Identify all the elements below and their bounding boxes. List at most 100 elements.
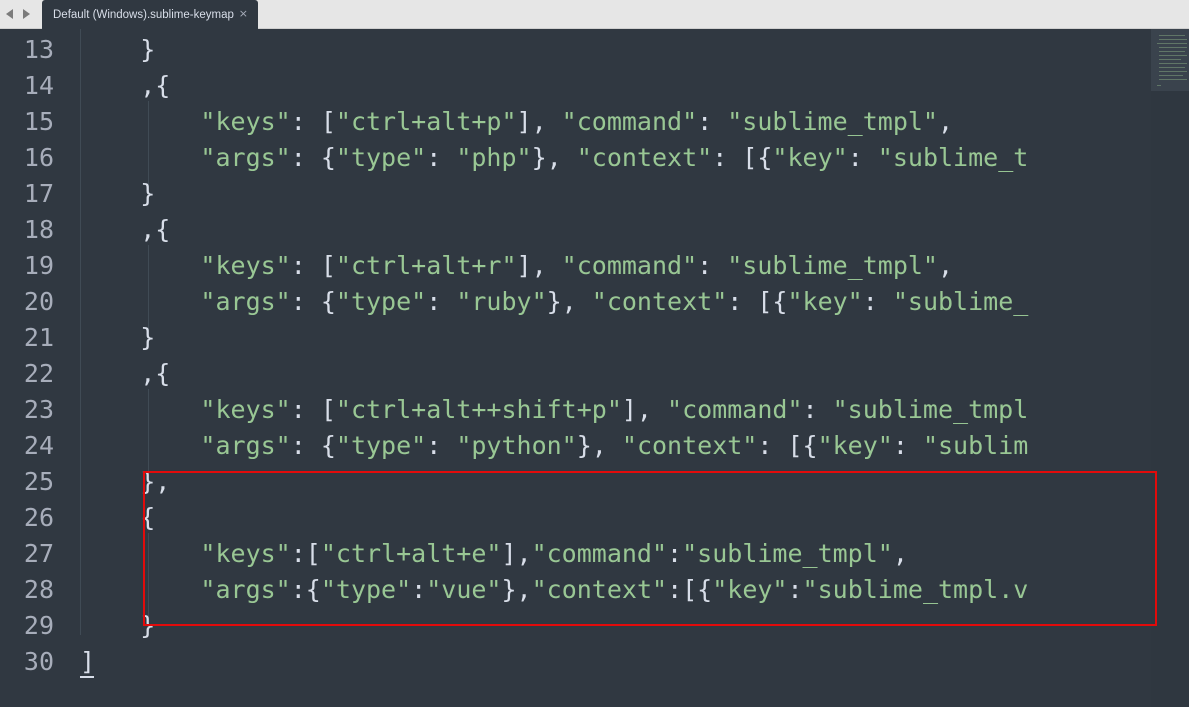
string-token: "context"	[531, 575, 668, 604]
string-token: "args"	[200, 431, 291, 460]
string-token: "ctrl+alt++shift+p"	[335, 395, 622, 424]
punctuation-token: },	[546, 287, 592, 316]
code-line[interactable]: "keys": ["ctrl+alt++shift+p"], "command"…	[80, 392, 1028, 428]
code-line[interactable]: }	[80, 608, 155, 644]
string-token: "ctrl+alt+r"	[335, 251, 517, 280]
code-line[interactable]: "args":{"type":"vue"},"context":[{"key":…	[80, 572, 1028, 608]
line-number: 29	[23, 611, 54, 640]
punctuation-token: ],	[501, 539, 532, 568]
code-line[interactable]: "keys": ["ctrl+alt+r"], "command": "subl…	[80, 248, 953, 284]
tab-default-windows-keymap[interactable]: Default (Windows).sublime-keymap ×	[42, 0, 258, 29]
string-token: "command"	[561, 251, 698, 280]
punctuation-token: ],	[621, 395, 668, 424]
chevron-left-icon[interactable]	[4, 7, 16, 21]
chevron-right-icon[interactable]	[20, 7, 32, 21]
string-token: "sublime_tmpl.v	[802, 575, 1029, 604]
code-line[interactable]: "args": {"type": "php"}, "context": [{"k…	[80, 140, 1028, 176]
string-token: "args"	[200, 287, 291, 316]
punctuation-token: }	[140, 35, 156, 64]
punctuation-token: :	[697, 107, 728, 136]
string-token: "sublime_tmpl	[832, 395, 1029, 424]
punctuation-token: ,{	[140, 215, 171, 244]
punctuation-token: ,{	[140, 71, 171, 100]
punctuation-token: : [	[290, 395, 336, 424]
code-line[interactable]: "args": {"type": "python"}, "context": […	[80, 428, 1028, 464]
punctuation-token: :	[787, 575, 803, 604]
punctuation-token: :	[426, 143, 457, 172]
line-number-gutter: 13 14 15 16 17 18 19 20 21 22 23 24 25 26 27 28 29 30	[0, 29, 60, 707]
punctuation-token: ,	[937, 107, 954, 136]
string-token: "type"	[335, 143, 427, 172]
punctuation-token: :	[426, 287, 457, 316]
punctuation-token: }	[140, 323, 156, 352]
string-token: "python"	[456, 431, 577, 460]
punctuation-token: :{	[290, 575, 321, 604]
string-token: "type"	[335, 287, 427, 316]
string-token: "sublime_	[892, 287, 1029, 316]
string-token: "sublim	[922, 431, 1029, 460]
minimap[interactable]	[1151, 29, 1189, 707]
line-number: 25	[23, 467, 54, 496]
string-token: "keys"	[200, 395, 291, 424]
string-token: "ruby"	[456, 287, 547, 316]
string-token: "key"	[712, 575, 788, 604]
minimap-line	[1159, 71, 1187, 72]
minimap-line	[1157, 43, 1187, 44]
code-line[interactable]: "keys":["ctrl+alt+e"],"command":"sublime…	[80, 536, 908, 572]
punctuation-token: :	[802, 395, 833, 424]
code-line[interactable]: }	[80, 320, 155, 356]
punctuation-token: ],	[516, 107, 562, 136]
string-token: "type"	[335, 431, 427, 460]
line-number: 13	[23, 35, 54, 64]
code-line[interactable]: "args": {"type": "ruby"}, "context": [{"…	[80, 284, 1028, 320]
code-editor[interactable]: 13 14 15 16 17 18 19 20 21 22 23 24 25 26 27 28 29 30 } ,…	[0, 29, 1189, 707]
string-token: "args"	[200, 143, 291, 172]
punctuation-token: :	[892, 431, 923, 460]
string-token: "command"	[561, 107, 698, 136]
punctuation-token: : [	[290, 107, 336, 136]
minimap-line	[1159, 67, 1185, 68]
string-token: "sublime_tmpl"	[727, 107, 938, 136]
code-line[interactable]: ]	[80, 644, 95, 680]
punctuation-token: {	[140, 503, 156, 532]
punctuation-token: ,	[892, 539, 908, 568]
string-token: "command"	[667, 395, 803, 424]
punctuation-token: },	[140, 467, 171, 496]
string-token: "args"	[200, 575, 291, 604]
code-line[interactable]: },	[80, 464, 170, 500]
code-text-area[interactable]: } ,{ "keys": ["ctrl+alt+p"], "command": …	[80, 29, 1151, 707]
tab-title: Default (Windows).sublime-keymap	[53, 8, 234, 21]
string-token: "sublime_tmpl"	[727, 251, 938, 280]
punctuation-token: : [{	[727, 287, 788, 316]
punctuation-token: ],	[516, 251, 562, 280]
string-token: "keys"	[200, 107, 291, 136]
minimap-line	[1159, 55, 1187, 56]
string-token: "php"	[456, 143, 532, 172]
line-number: 28	[23, 575, 54, 604]
string-token: "type"	[320, 575, 412, 604]
punctuation-token: }	[140, 611, 156, 640]
punctuation-token: :	[667, 539, 683, 568]
code-line[interactable]: ,{	[80, 68, 170, 104]
close-icon[interactable]: ×	[239, 7, 248, 21]
line-number: 20	[23, 287, 54, 316]
minimap-line	[1159, 79, 1187, 80]
code-line[interactable]: {	[80, 500, 155, 536]
code-line[interactable]: ,{	[80, 212, 170, 248]
code-line[interactable]: }	[80, 32, 155, 68]
punctuation-token: },	[501, 575, 532, 604]
minimap-line	[1159, 35, 1185, 36]
code-line[interactable]: ,{	[80, 356, 170, 392]
line-number: 17	[23, 179, 54, 208]
code-line[interactable]: }	[80, 176, 155, 212]
code-line[interactable]: "keys": ["ctrl+alt+p"], "command": "subl…	[80, 104, 953, 140]
minimap-line	[1157, 85, 1161, 86]
